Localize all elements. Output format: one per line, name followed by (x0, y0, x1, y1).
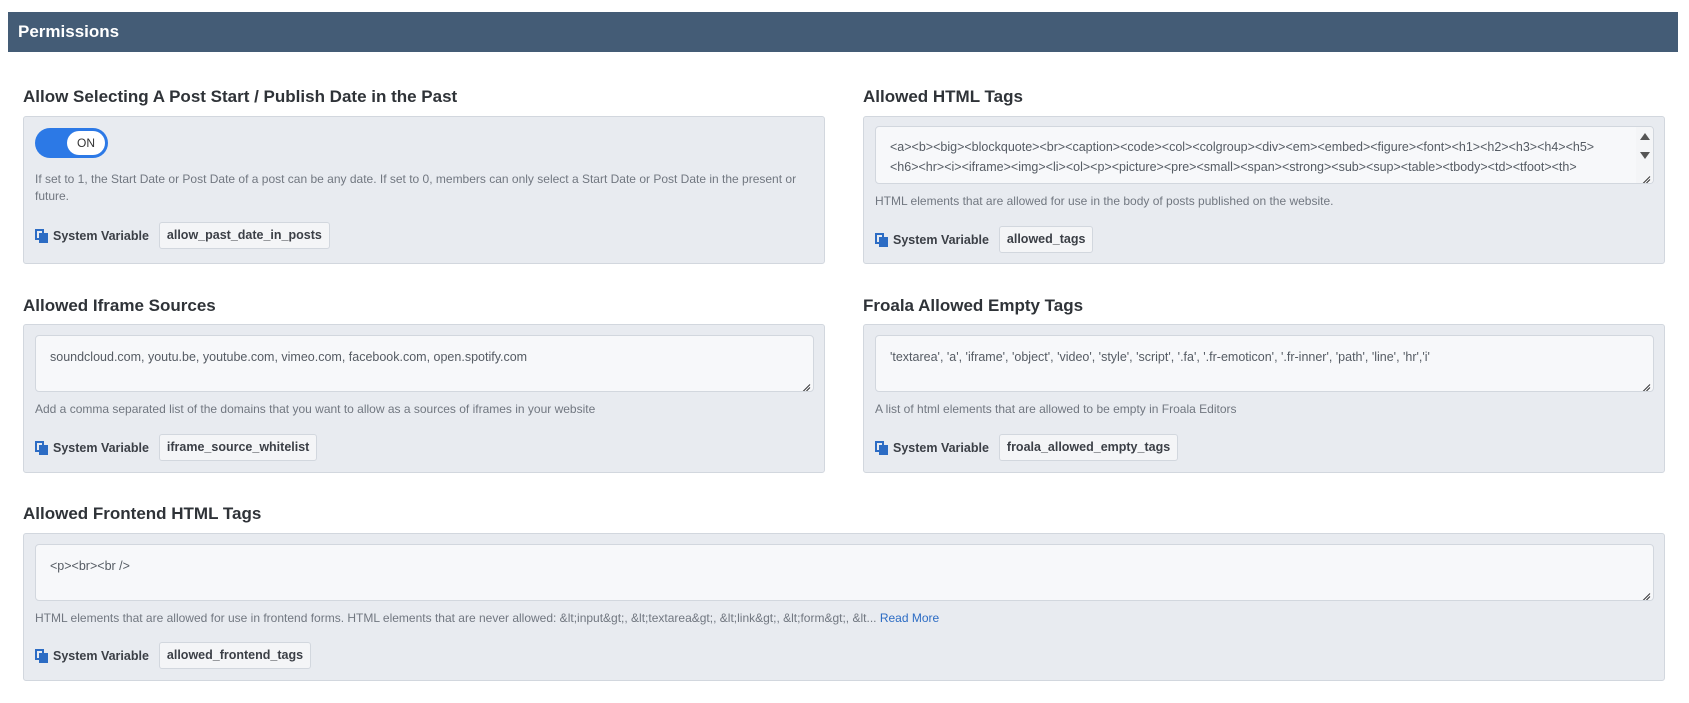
froala-empty-value: 'textarea', 'a', 'iframe', 'object', 'vi… (890, 350, 1430, 364)
system-variable-label: System Variable (893, 440, 989, 455)
variable-name[interactable]: froala_allowed_empty_tags (998, 434, 1179, 461)
frontend-tags-sysvar: System Variable allowed_frontend_tags (35, 642, 312, 669)
iframe-sources-value: soundcloud.com, youtu.be, youtube.com, v… (50, 350, 528, 364)
froala-empty-help: A list of html elements that are allowed… (875, 402, 1237, 416)
variable-name[interactable]: allowed_frontend_tags (158, 642, 312, 669)
resize-handle-icon[interactable] (1641, 171, 1651, 181)
resize-handle-icon[interactable] (1641, 588, 1651, 598)
iframe-sources-help: Add a comma separated list of the domain… (35, 402, 596, 416)
allowed-tags-section: Allowed HTML Tags <a><b><big><blockquote… (863, 87, 1665, 267)
read-more-link[interactable]: Read More (880, 611, 939, 625)
iframe-sources-textarea[interactable]: soundcloud.com, youtu.be, youtube.com, v… (35, 335, 814, 392)
iframe-sources-title: Allowed Iframe Sources (23, 296, 216, 315)
variable-name[interactable]: allow_past_date_in_posts (158, 222, 330, 249)
iframe-sources-sysvar: System Variable iframe_source_whitelist (35, 434, 318, 461)
froala-empty-card: 'textarea', 'a', 'iframe', 'object', 'vi… (863, 324, 1665, 473)
copy-icon[interactable] (875, 440, 888, 455)
toggle-state-label: ON (67, 131, 105, 155)
froala-empty-title: Froala Allowed Empty Tags (863, 296, 1084, 315)
system-variable-label: System Variable (53, 228, 149, 243)
variable-name[interactable]: allowed_tags (998, 226, 1094, 253)
iframe-sources-card: soundcloud.com, youtu.be, youtube.com, v… (23, 324, 825, 473)
allowed-tags-card: <a><b><big><blockquote><br><caption><cod… (863, 116, 1665, 264)
past-date-section: Allow Selecting A Post Start / Publish D… (23, 87, 825, 267)
frontend-tags-help-text: HTML elements that are allowed for use i… (35, 611, 877, 625)
frontend-tags-textarea[interactable]: <p><br><br /> (35, 544, 1654, 601)
frontend-tags-title: Allowed Frontend HTML Tags (23, 504, 262, 523)
resize-handle-icon[interactable] (1641, 379, 1651, 389)
allowed-tags-help: HTML elements that are allowed for use i… (875, 194, 1334, 208)
past-date-card: ON If set to 1, the Start Date or Post D… (23, 116, 825, 264)
allowed-tags-sysvar: System Variable allowed_tags (875, 226, 1094, 253)
frontend-tags-card: <p><br><br /> HTML elements that are all… (23, 533, 1665, 681)
copy-icon[interactable] (35, 648, 48, 663)
froala-empty-sysvar: System Variable froala_allowed_empty_tag… (875, 434, 1179, 461)
variable-name[interactable]: iframe_source_whitelist (158, 434, 318, 461)
frontend-tags-help: HTML elements that are allowed for use i… (35, 610, 1645, 627)
past-date-sysvar: System Variable allow_past_date_in_posts (35, 222, 330, 249)
system-variable-label: System Variable (53, 440, 149, 455)
allowed-tags-title: Allowed HTML Tags (863, 87, 1023, 106)
permissions-header: Permissions (8, 12, 1678, 52)
allowed-tags-textarea[interactable]: <a><b><big><blockquote><br><caption><cod… (875, 126, 1654, 184)
system-variable-label: System Variable (893, 232, 989, 247)
allowed-tags-value: <a><b><big><blockquote><br><caption><cod… (890, 140, 1595, 174)
froala-empty-textarea[interactable]: 'textarea', 'a', 'iframe', 'object', 'vi… (875, 335, 1654, 392)
scroll-up-icon[interactable] (1640, 133, 1650, 140)
froala-empty-section: Froala Allowed Empty Tags 'textarea', 'a… (863, 296, 1665, 476)
system-variable-label: System Variable (53, 648, 149, 663)
past-date-title: Allow Selecting A Post Start / Publish D… (23, 87, 458, 106)
iframe-sources-section: Allowed Iframe Sources soundcloud.com, y… (23, 296, 825, 476)
copy-icon[interactable] (875, 232, 888, 247)
copy-icon[interactable] (35, 228, 48, 243)
resize-handle-icon[interactable] (801, 379, 811, 389)
frontend-tags-value: <p><br><br /> (50, 559, 130, 573)
past-date-help: If set to 1, the Start Date or Post Date… (35, 172, 797, 203)
past-date-toggle[interactable]: ON (35, 128, 108, 158)
copy-icon[interactable] (35, 440, 48, 455)
scroll-down-icon[interactable] (1640, 152, 1650, 159)
frontend-tags-section: Allowed Frontend HTML Tags <p><br><br />… (23, 504, 1665, 684)
